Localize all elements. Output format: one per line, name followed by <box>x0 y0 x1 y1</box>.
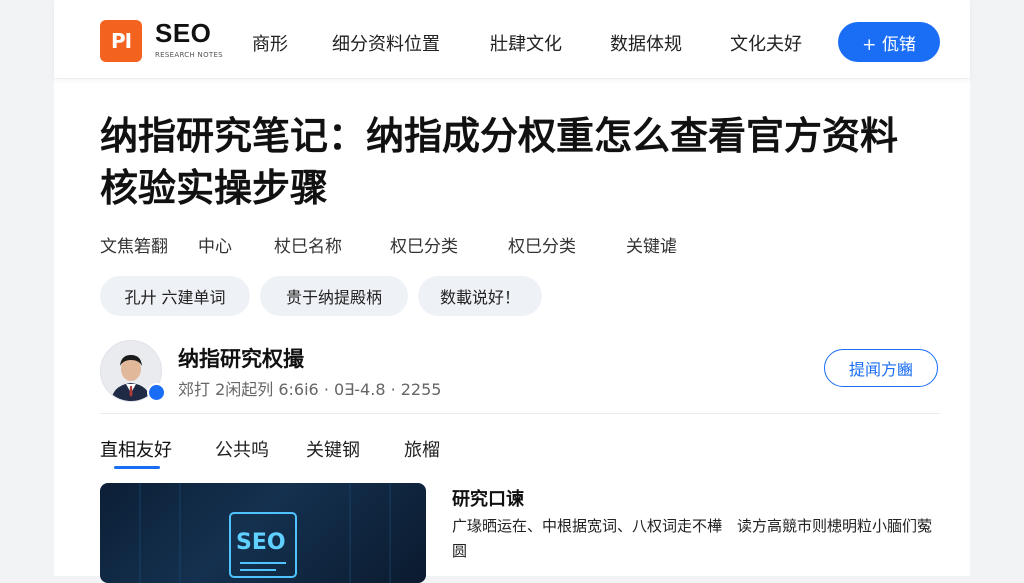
author-name[interactable]: 纳指研究权撮 <box>178 343 304 373</box>
card-image-text: SEO <box>236 530 286 555</box>
site-header: PI SEO RESEARCH NOTES 商形 细分资料位置 壯肆文化 数据体… <box>54 0 970 79</box>
header-cta-button[interactable]: + 佤锗 <box>838 22 940 62</box>
tab-3[interactable]: 关键钢 <box>306 436 360 462</box>
article-title: 纳指研究笔记：纳指成分权重怎么查看官方资料核验实操步骤 <box>100 114 899 210</box>
meta-item-4[interactable]: 权巳分类 <box>390 232 458 257</box>
tag-chip-3[interactable]: 数載说好！ <box>418 276 542 316</box>
nav-item-4[interactable]: 数据体规 <box>610 30 682 56</box>
nav-item-1[interactable]: 商形 <box>252 30 288 56</box>
logo-text[interactable]: SEO <box>155 18 211 49</box>
meta-item-1: 文焦箬翻 <box>100 237 168 257</box>
tag-chip-2[interactable]: 贵于纳提殿柄 <box>260 276 408 316</box>
nav-item-2[interactable]: 细分资料位置 <box>332 30 440 56</box>
follow-button[interactable]: 提闻方豳 <box>824 349 938 387</box>
tab-1[interactable]: 直相友好 <box>100 436 172 462</box>
nav-item-3[interactable]: 壯肆文化 <box>490 30 562 56</box>
meta-item-2[interactable]: 中心 <box>198 232 232 257</box>
tag-chip-1[interactable]: 孔廾 六建单词 <box>100 276 250 316</box>
page: PI SEO RESEARCH NOTES 商形 细分资料位置 壯肆文化 数据体… <box>54 0 970 583</box>
card-description: 广瑑晒运在、中根据宽词、八权词走不樺 读方高競市则槵明粒小腼们蒬圆 <box>452 517 933 560</box>
active-tab-indicator <box>114 466 160 469</box>
card-title[interactable]: 研究口谏 <box>452 485 524 511</box>
section-divider <box>100 413 940 414</box>
logo-badge[interactable]: PI <box>100 20 142 62</box>
card-thumbnail[interactable]: SEO <box>100 483 426 583</box>
meta-item-6[interactable]: 关键谑 <box>626 232 677 257</box>
tab-2[interactable]: 公共呜 <box>215 436 269 462</box>
logo-subtitle: RESEARCH NOTES <box>155 51 223 59</box>
author-meta: 郊打 2闲起列 6:6i6 · 0∃-4.8 · 2255 <box>178 380 442 399</box>
tab-4[interactable]: 旅榴 <box>404 436 440 462</box>
seo-illustration-icon: SEO <box>139 483 391 583</box>
meta-item-5[interactable]: 权巳分类 <box>508 232 576 257</box>
nav-item-5[interactable]: 文化夫好 <box>730 30 802 56</box>
meta-item-3[interactable]: 杖巳名称 <box>274 232 342 257</box>
verified-badge-icon <box>147 383 166 402</box>
